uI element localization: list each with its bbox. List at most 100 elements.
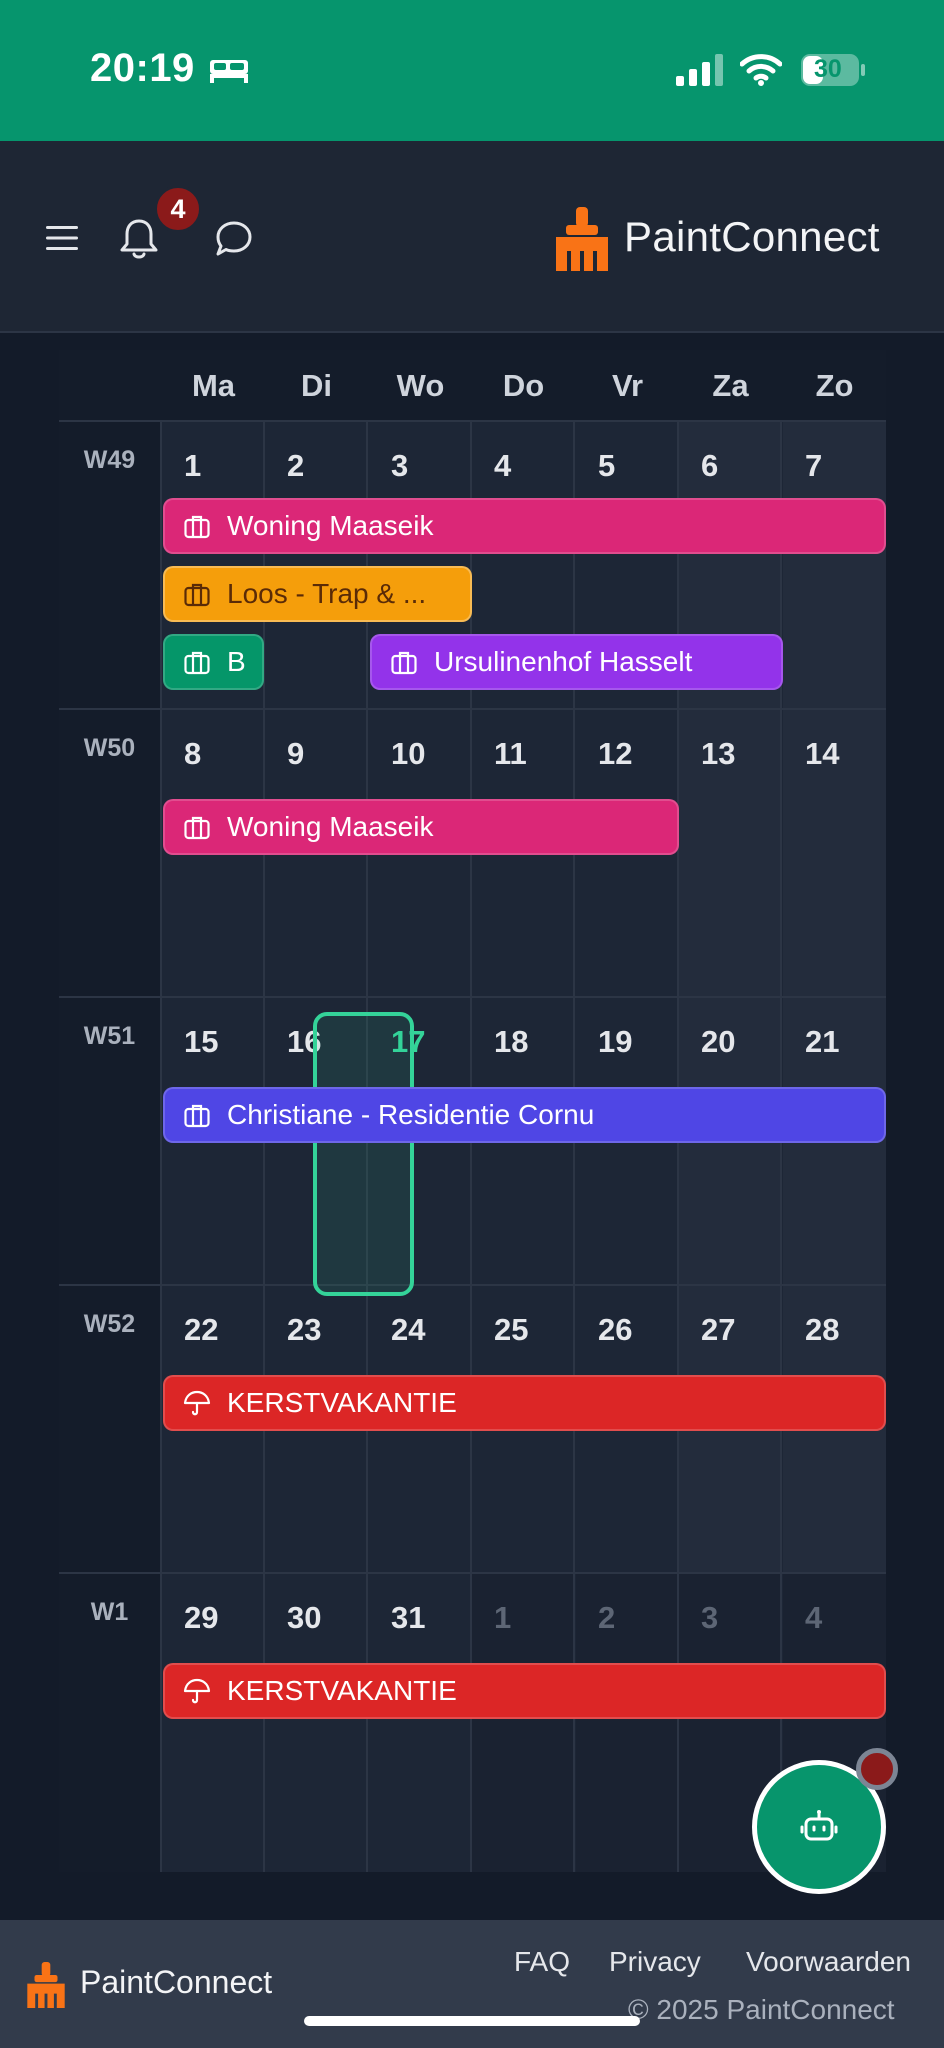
signal-icon: [676, 54, 723, 86]
event-christiane-residentie-cornu[interactable]: Christiane - Residentie Cornu: [163, 1087, 886, 1143]
day-number: 22: [184, 1312, 219, 1347]
brand-name: PaintConnect: [624, 213, 880, 260]
briefcase-icon: [184, 816, 210, 840]
footer-link-voorwaarden[interactable]: Voorwaarden: [746, 1946, 911, 1978]
day-name-do: Do: [502, 367, 545, 403]
robot-icon: [800, 1810, 838, 1841]
day-cell[interactable]: 31: [369, 1574, 473, 1872]
menu-icon[interactable]: [44, 223, 80, 253]
status-bar: 20:19 30: [0, 0, 944, 141]
day-number: 19: [598, 1024, 633, 1059]
day-cell[interactable]: 13: [679, 710, 783, 996]
briefcase-icon: [184, 583, 210, 607]
bell-icon[interactable]: [118, 217, 160, 261]
day-name-wo: Wo: [396, 367, 445, 403]
umbrella-icon: [183, 1390, 211, 1416]
event-kerstvakantie[interactable]: KERSTVAKANTIE: [163, 1375, 886, 1431]
day-number: 30: [287, 1600, 322, 1635]
day-number: 2: [598, 1600, 616, 1635]
bot-status-dot: [856, 1748, 898, 1790]
week-label: W1: [59, 1574, 162, 1872]
event-title: B: [227, 646, 246, 677]
event-title: KERSTVAKANTIE: [227, 1387, 457, 1418]
event-title: KERSTVAKANTIE: [227, 1675, 457, 1706]
day-number: 15: [184, 1024, 219, 1059]
week-label: W49: [59, 422, 162, 708]
chat-icon[interactable]: [214, 219, 254, 259]
calendar-day-header: Ma Di Wo Do Vr Za Zo: [59, 350, 886, 421]
event-title: Loos - Trap & ...: [227, 578, 427, 609]
day-number: 24: [391, 1312, 426, 1347]
day-number: 14: [805, 736, 840, 771]
day-number: 10: [391, 736, 426, 771]
event-title: Woning Maaseik: [227, 811, 434, 842]
day-number: 5: [598, 448, 616, 483]
status-time: 20:19: [90, 46, 195, 90]
day-name-vr: Vr: [611, 367, 644, 403]
day-number: 3: [701, 1600, 719, 1635]
day-number: 29: [184, 1600, 219, 1635]
day-number: 27: [701, 1312, 736, 1347]
umbrella-icon: [183, 1678, 211, 1704]
day-number: 23: [287, 1312, 322, 1347]
day-number: 1: [494, 1600, 512, 1635]
bed-icon: [210, 60, 248, 83]
day-number: 13: [701, 736, 736, 771]
day-number: 3: [391, 448, 409, 483]
day-cell-next-month[interactable]: 1: [472, 1574, 576, 1872]
home-indicator: [304, 2016, 640, 2026]
day-cell[interactable]: 29: [162, 1574, 266, 1872]
footer-link-privacy[interactable]: Privacy: [609, 1946, 701, 1978]
day-number: 21: [805, 1024, 840, 1059]
paint-brush-logo-icon: [27, 1962, 65, 2008]
day-name-zo: Zo: [815, 367, 854, 403]
event-woning-maaseik[interactable]: Woning Maaseik: [163, 799, 679, 855]
footer-link-faq[interactable]: FAQ: [514, 1946, 570, 1978]
paint-brush-logo-icon: [556, 207, 608, 271]
day-number: 12: [598, 736, 633, 771]
event-title: Christiane - Residentie Cornu: [227, 1099, 595, 1130]
day-number: 8: [184, 736, 202, 771]
briefcase-icon: [184, 515, 210, 539]
day-number: 31: [391, 1600, 426, 1635]
notification-badge: 4: [154, 185, 202, 233]
footer-copyright: © 2025 PaintConnect: [628, 1994, 895, 2025]
day-number: 2: [287, 448, 305, 483]
event-b[interactable]: B: [163, 634, 264, 690]
week-label: W52: [59, 1286, 162, 1572]
day-number: 9: [287, 736, 305, 771]
week-label: W51: [59, 998, 162, 1284]
footer-brand-name: PaintConnect: [80, 1964, 273, 2000]
day-name-di: Di: [301, 367, 332, 403]
day-number: 18: [494, 1024, 529, 1059]
day-number: 20: [701, 1024, 736, 1059]
day-number: 25: [494, 1312, 529, 1347]
day-number: 7: [805, 448, 823, 483]
battery-icon: 30: [800, 53, 866, 87]
week-label: W50: [59, 710, 162, 996]
battery-level: 30: [814, 55, 842, 83]
day-number: 1: [184, 448, 202, 483]
wifi-icon: [740, 54, 782, 86]
day-name-ma: Ma: [191, 367, 236, 403]
event-title: Woning Maaseik: [227, 510, 434, 541]
event-loos-trap[interactable]: Loos - Trap & ...: [163, 566, 472, 622]
briefcase-icon: [184, 1104, 210, 1128]
day-cell[interactable]: 30: [265, 1574, 369, 1872]
day-cell[interactable]: 14: [783, 710, 887, 996]
event-kerstvakantie[interactable]: KERSTVAKANTIE: [163, 1663, 886, 1719]
today-highlight: [313, 1012, 414, 1296]
event-ursulinenhof-hasselt[interactable]: Ursulinenhof Hasselt: [370, 634, 783, 690]
day-cell[interactable]: 2: [265, 422, 369, 708]
footer: PaintConnect FAQ Privacy Voorwaarden © 2…: [0, 1920, 944, 2048]
day-cell-next-month[interactable]: 2: [576, 1574, 680, 1872]
day-name-za: Za: [712, 367, 749, 403]
day-cell[interactable]: 7: [783, 422, 887, 708]
day-number: 11: [494, 736, 527, 771]
event-title: Ursulinenhof Hasselt: [434, 646, 693, 677]
briefcase-icon: [391, 651, 417, 675]
day-number: 4: [494, 448, 512, 483]
day-number: 26: [598, 1312, 633, 1347]
day-number: 28: [805, 1312, 840, 1347]
event-woning-maaseik[interactable]: Woning Maaseik: [163, 498, 886, 554]
